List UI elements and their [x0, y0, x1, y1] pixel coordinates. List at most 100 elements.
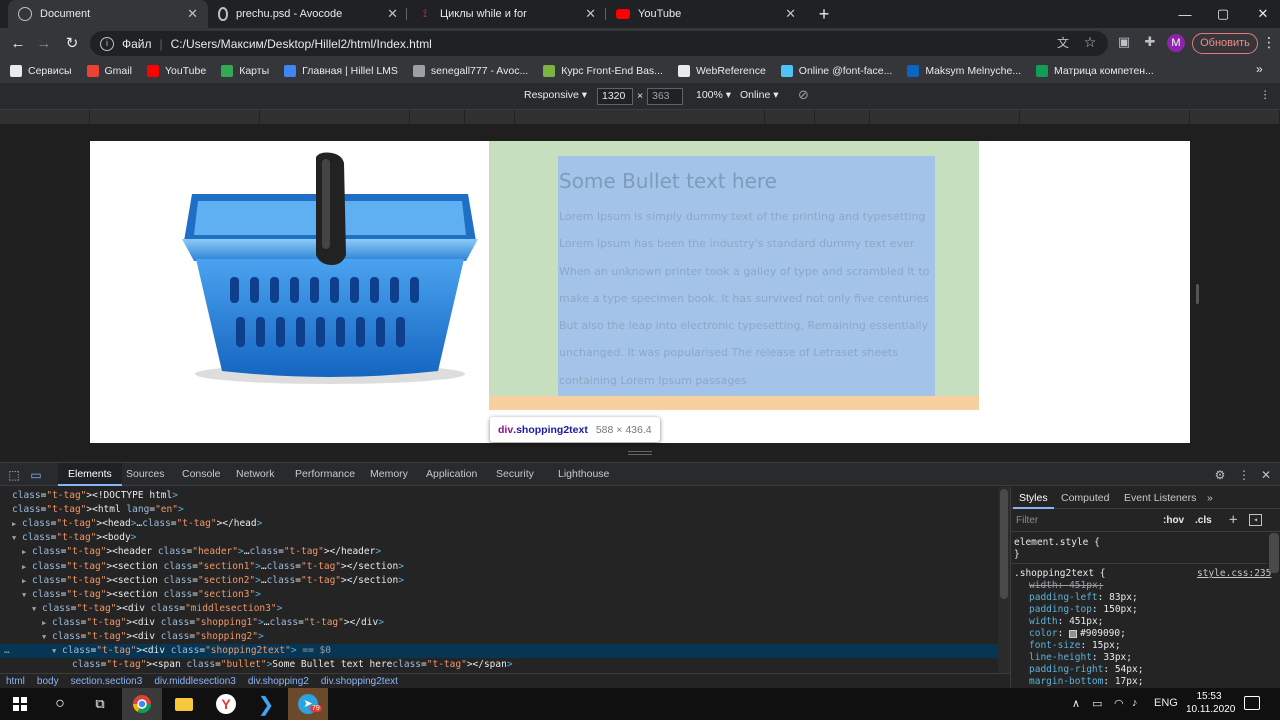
media-segment[interactable]	[765, 110, 815, 124]
rotate-icon[interactable]: ⊘	[798, 87, 809, 103]
hov-toggle[interactable]: :hov	[1163, 515, 1184, 526]
css-property[interactable]: width	[1029, 616, 1058, 627]
media-segment[interactable]	[515, 110, 765, 124]
css-property[interactable]: padding-left	[1029, 592, 1098, 603]
css-value[interactable]: 15px;	[1092, 640, 1121, 651]
page-viewport[interactable]: Some Bullet text here Lorem Ipsum is sim…	[90, 141, 1190, 443]
bookmark-10[interactable]: Матрица компетен...	[1036, 65, 1154, 77]
sidebar-toggle-icon[interactable]: ◂	[1249, 514, 1262, 526]
language-indicator[interactable]: ENG	[1154, 697, 1178, 709]
tab-computed[interactable]: Computed	[1055, 487, 1115, 509]
close-devtools-icon[interactable]: ✕	[1258, 467, 1274, 483]
css-declaration[interactable]: line-height: 33px;	[1029, 652, 1132, 664]
tab-lighthouse[interactable]: Lighthouse	[548, 463, 619, 486]
color-swatch-icon[interactable]	[1069, 629, 1078, 638]
dom-node[interactable]: ▶ class="t-tag"><section class="section2"…	[22, 574, 404, 588]
media-segment[interactable]	[0, 110, 90, 124]
start-button[interactable]	[0, 688, 40, 720]
bookmark-1[interactable]: Gmail	[86, 65, 132, 77]
bookmark-8[interactable]: Online @font-face...	[780, 65, 892, 77]
css-property[interactable]: width	[1029, 580, 1058, 591]
dom-node[interactable]: class="t-tag"><html lang="en">	[12, 503, 184, 517]
breadcrumb-item[interactable]: div.shopping2text	[321, 676, 398, 687]
bookmark-7[interactable]: WebReference	[677, 65, 766, 77]
puzzle-icon[interactable]: ✚	[1142, 34, 1158, 50]
rule-selector[interactable]: .shopping2text {	[1014, 568, 1106, 580]
tab-avocode[interactable]: prechu.psd - Avocode ✕	[208, 0, 408, 28]
dom-node[interactable]: class="t-tag"><!DOCTYPE html>	[12, 489, 178, 503]
media-segment[interactable]	[1190, 110, 1280, 124]
inspect-icon[interactable]: ⬚	[6, 467, 22, 483]
taskbar-yandex[interactable]: Y	[206, 688, 246, 720]
tab-console[interactable]: Console	[172, 463, 231, 486]
media-segment[interactable]	[1020, 110, 1190, 124]
settings-gear-icon[interactable]: ⚙	[1212, 467, 1228, 483]
address-bar[interactable]: i Файл | C:/Users/Максим/Desktop/Hillel2…	[90, 31, 1108, 56]
translate-icon[interactable]: 文	[1055, 35, 1071, 51]
bookmark-2[interactable]: YouTube	[146, 65, 206, 77]
new-rule-icon[interactable]: +	[1229, 512, 1237, 528]
tree-toggle-icon[interactable]: ▶	[42, 616, 52, 630]
css-value[interactable]: 150px;	[1103, 604, 1137, 615]
tab-sources[interactable]: Sources	[116, 463, 175, 486]
scroll-thumb[interactable]	[1000, 489, 1008, 599]
tab-memory[interactable]: Memory	[360, 463, 418, 486]
wifi-icon[interactable]: ◠	[1114, 697, 1124, 710]
taskbar-telegram[interactable]: ➤ 79	[288, 688, 328, 720]
viewport-bottom-grip[interactable]	[628, 451, 652, 455]
css-declaration[interactable]: width: 451px;	[1029, 580, 1103, 592]
tab-event-listeners[interactable]: Event Listeners	[1118, 487, 1202, 509]
tree-toggle-icon[interactable]: ▼	[42, 630, 52, 644]
back-button[interactable]: ←	[6, 32, 30, 56]
task-view-button[interactable]: ⧉	[80, 688, 120, 720]
tree-toggle-icon[interactable]: ▼	[22, 588, 32, 602]
forward-button[interactable]: →	[32, 32, 56, 56]
bookmark-9[interactable]: Maksym Melnyche...	[907, 65, 1021, 77]
close-window-button[interactable]: ✕	[1240, 0, 1280, 28]
tab-performance[interactable]: Performance	[285, 463, 365, 486]
css-value[interactable]: 83px;	[1109, 592, 1138, 603]
info-icon[interactable]: i	[100, 36, 114, 51]
css-value[interactable]: 54px;	[1115, 664, 1144, 675]
media-segment[interactable]	[90, 110, 260, 124]
search-button[interactable]: ○	[40, 688, 80, 720]
reload-button[interactable]: ↻	[60, 32, 84, 56]
media-segment[interactable]	[260, 110, 410, 124]
tree-toggle-icon[interactable]: ▶	[12, 517, 22, 531]
devtools-menu-icon[interactable]: ⋮	[1236, 467, 1252, 483]
tree-toggle-icon[interactable]: ▶	[22, 545, 32, 559]
breadcrumb-item[interactable]: section.section3	[71, 676, 143, 687]
breadcrumb-item[interactable]: div.shopping2	[248, 676, 309, 687]
css-value[interactable]: #909090;	[1080, 628, 1126, 639]
taskbar-vscode[interactable]: ❯	[246, 688, 286, 720]
css-declaration[interactable]: width: 451px;	[1029, 616, 1103, 628]
volume-icon[interactable]: ♪	[1132, 697, 1138, 709]
css-value[interactable]: 451px;	[1069, 616, 1103, 627]
css-property[interactable]: color	[1029, 628, 1058, 639]
bookmark-5[interactable]: senegall777 - Avoc...	[412, 65, 528, 77]
zoom-select[interactable]: 100% ▾	[696, 89, 731, 101]
elements-scrollbar[interactable]	[998, 487, 1010, 673]
system-clock[interactable]: 15:53 10.11.2020	[1186, 690, 1235, 716]
bookmark-3[interactable]: Карты	[221, 65, 269, 77]
device-mode-select[interactable]: Responsive ▾	[524, 89, 587, 101]
dom-node[interactable]: ▶ class="t-tag"><div class="shopping1">…c…	[42, 616, 384, 630]
css-property[interactable]: font-size	[1029, 640, 1080, 651]
dom-node[interactable]: ▶ class="t-tag"><head>…class="t-tag"></he…	[12, 517, 262, 531]
css-value[interactable]: 17px;	[1115, 676, 1144, 687]
device-menu-icon[interactable]: ⋮	[1260, 89, 1271, 101]
css-declaration[interactable]: font-size: 15px;	[1029, 640, 1121, 652]
bookmark-4[interactable]: Главная | Hillel LMS	[284, 65, 398, 77]
dom-node[interactable]: ▶ class="t-tag"><header class="header">…c…	[22, 545, 381, 559]
css-declaration[interactable]: margin-bottom: 17px;	[1029, 676, 1143, 688]
tree-toggle-icon[interactable]: ▼	[12, 531, 22, 545]
taskbar-explorer[interactable]	[164, 688, 204, 720]
network-select[interactable]: Online ▾	[740, 89, 779, 101]
css-property[interactable]: line-height	[1029, 652, 1092, 663]
css-declaration[interactable]: padding-top: 150px;	[1029, 604, 1138, 616]
profile-avatar[interactable]: M	[1167, 34, 1185, 52]
dom-node[interactable]: ▼ class="t-tag"><body>	[12, 531, 136, 545]
viewport-width-input[interactable]: 1320	[597, 88, 633, 105]
dom-node[interactable]: ▼ class="t-tag"><div class="middlesection…	[32, 602, 282, 616]
notification-icon[interactable]	[1244, 696, 1260, 710]
